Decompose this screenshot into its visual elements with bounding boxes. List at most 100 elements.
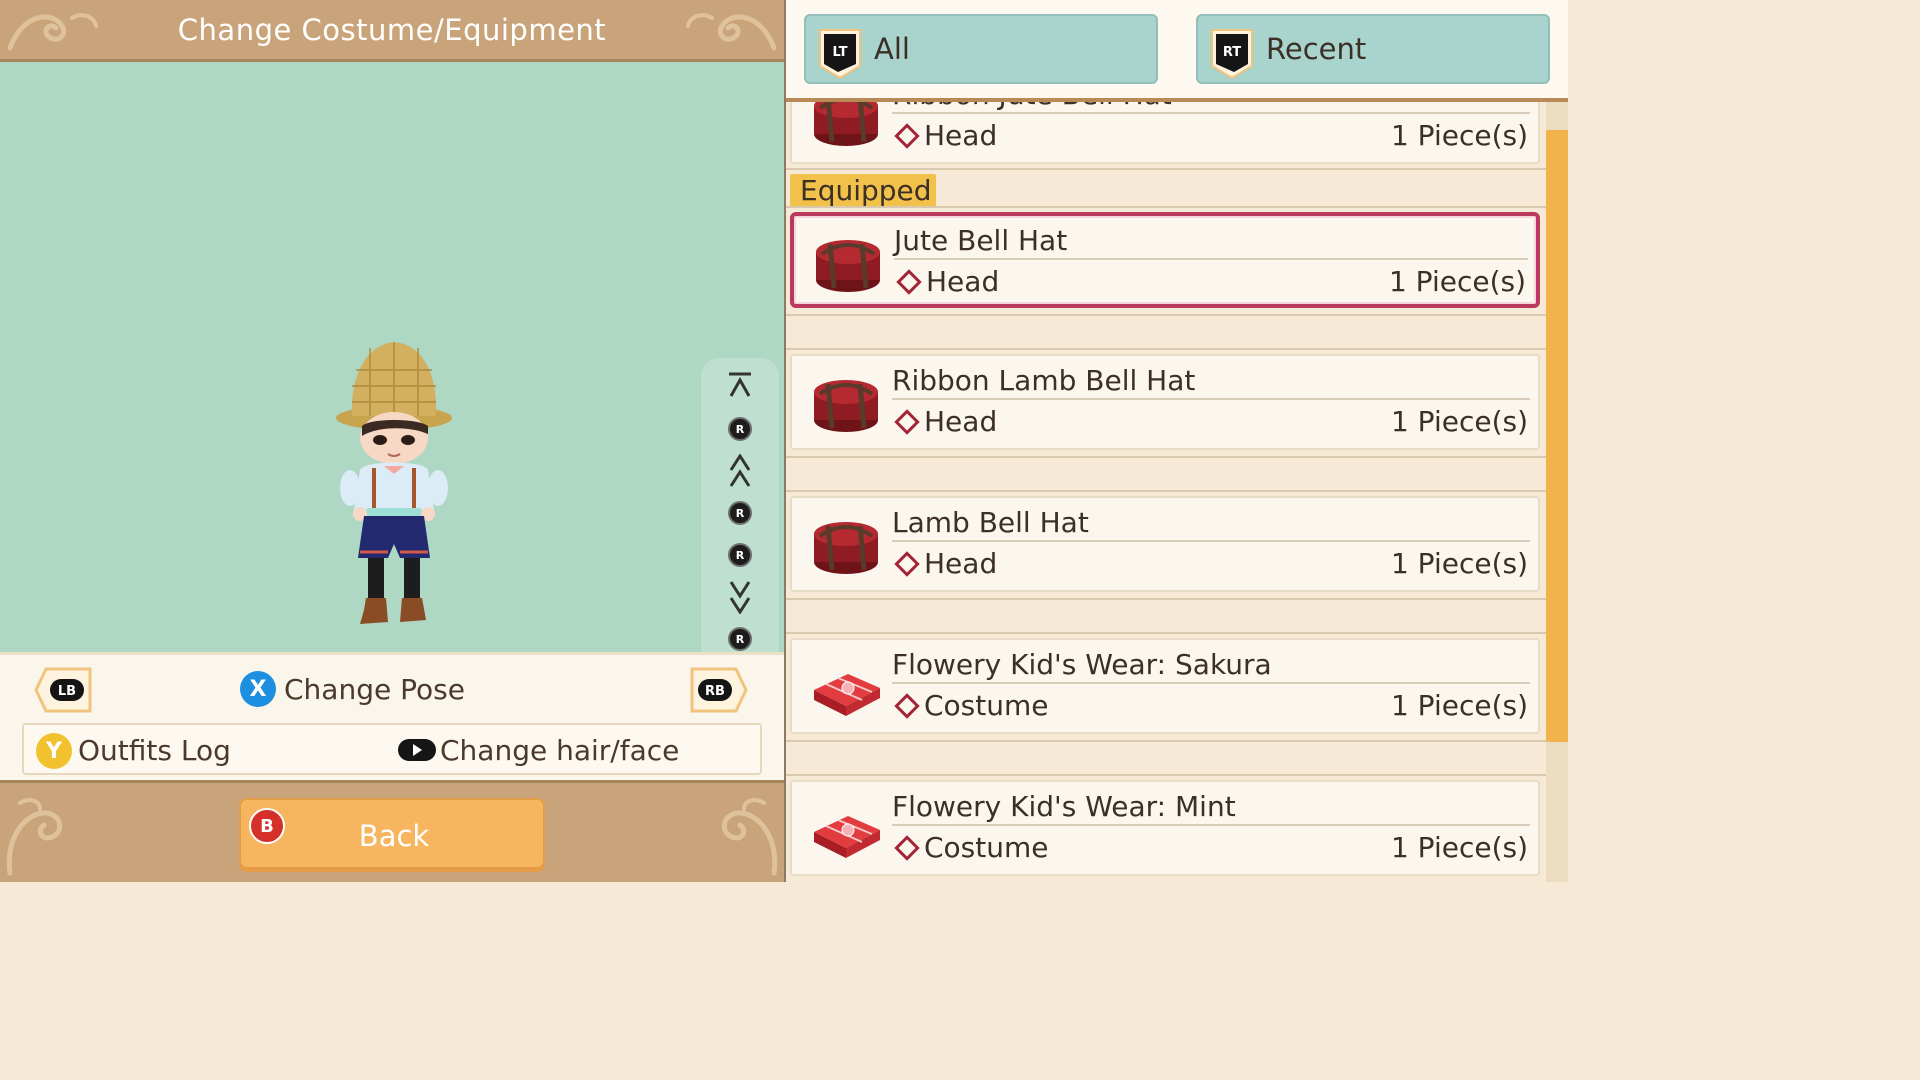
item-slot: Head	[892, 118, 997, 154]
divider	[786, 456, 1546, 458]
camera-zoom-in-button[interactable]	[723, 454, 757, 488]
item-slot-label: Head	[924, 405, 998, 438]
divider	[786, 740, 1546, 742]
equipped-badge: Equipped	[790, 174, 936, 208]
list-item[interactable]: Lamb Bell Hat Head 1 Piece(s)	[790, 496, 1540, 592]
svg-text:RT: RT	[1223, 45, 1241, 60]
item-name: Ribbon Lamb Bell Hat	[892, 364, 1196, 397]
right-stick-icon	[398, 739, 436, 761]
back-button[interactable]: Back B	[239, 798, 545, 872]
divider	[894, 258, 1528, 260]
tab-all[interactable]: LT All	[804, 14, 1158, 84]
item-quantity: 1 Piece(s)	[1390, 831, 1528, 864]
svg-text:LT: LT	[833, 45, 848, 60]
item-slot-label: Head	[924, 119, 998, 152]
hat-box-icon	[814, 102, 878, 146]
x-button-icon: X	[240, 671, 276, 707]
item-name: Flowery Kid's Wear: Sakura	[892, 648, 1272, 681]
footer-bar: Back B	[0, 780, 784, 882]
hat-box-icon	[816, 240, 880, 292]
tab-recent[interactable]: RT Recent	[1196, 14, 1550, 84]
divider	[786, 314, 1546, 316]
change-hair-face-button[interactable]: Change hair/face	[440, 733, 679, 769]
ornament-icon	[686, 13, 777, 51]
item-quantity: 1 Piece(s)	[1390, 547, 1528, 580]
svg-text:RB: RB	[705, 684, 725, 699]
outfits-row: Y Outfits Log Change hair/face	[22, 723, 762, 775]
camera-top-button[interactable]	[723, 368, 757, 402]
right-stick-down-icon: R	[728, 627, 752, 651]
list-item[interactable]: Flowery Kid's Wear: Sakura Costume 1 Pie…	[790, 638, 1540, 734]
controls-panel: LB X Change Pose RB Y Outfits Log Change…	[0, 652, 784, 780]
y-button-icon: Y	[36, 733, 72, 769]
camera-rotate-right-button[interactable]: R	[723, 538, 757, 572]
lt-button-icon: LT	[819, 29, 861, 80]
item-slot: Costume	[892, 830, 1049, 866]
rb-button[interactable]: RB	[690, 667, 748, 713]
character-preview[interactable]: R R R R	[0, 62, 784, 710]
inventory-panel: LT All RT Recent Head 1 Piece(s) Equippe…	[784, 0, 1568, 882]
item-slot-label: Costume	[924, 689, 1049, 722]
divider	[892, 682, 1530, 684]
item-list: Ribbon Jute Bell Hat Head 1 Piece(s) Equ…	[786, 102, 1546, 882]
tab-recent-label: Recent	[1266, 32, 1367, 66]
title-bar: Change Costume/Equipment	[0, 0, 784, 62]
item-quantity: 1 Piece(s)	[1388, 265, 1526, 298]
camera-rotate-left-button[interactable]: R	[723, 496, 757, 530]
right-stick-up-icon: R	[728, 417, 752, 441]
camera-rotate-up-button[interactable]: R	[723, 412, 757, 446]
list-item[interactable]: Ribbon Lamb Bell Hat Head 1 Piece(s)	[790, 354, 1540, 450]
b-button-icon: B	[249, 808, 285, 844]
divider	[786, 774, 1546, 776]
page-title: Change Costume/Equipment	[177, 13, 607, 47]
filter-tabs: LT All RT Recent	[786, 0, 1568, 102]
divider	[786, 206, 1546, 208]
divider	[892, 112, 1530, 114]
divider	[786, 348, 1546, 350]
item-slot: Head	[892, 546, 997, 582]
right-stick-right-icon: R	[728, 543, 752, 567]
list-item[interactable]: Ribbon Jute Bell Hat Head 1 Piece(s)	[790, 102, 1540, 164]
item-quantity: 1 Piece(s)	[1390, 119, 1528, 152]
camera-rotate-down-button[interactable]: R	[723, 622, 757, 656]
ornament-icon	[721, 798, 778, 876]
diamond-icon	[894, 551, 920, 577]
diamond-icon	[894, 835, 920, 861]
divider	[892, 398, 1530, 400]
camera-zoom-out-button[interactable]	[723, 580, 757, 614]
item-name: Jute Bell Hat	[894, 224, 1068, 257]
item-slot: Head	[892, 404, 997, 440]
diamond-icon	[894, 123, 920, 149]
list-item-selected[interactable]: Jute Bell Hat Head 1 Piece(s)	[790, 212, 1540, 308]
scrollbar-thumb[interactable]	[1546, 130, 1568, 742]
diamond-icon	[894, 409, 920, 435]
ornament-icon	[6, 798, 63, 876]
item-slot: Costume	[892, 688, 1049, 724]
item-name: Flowery Kid's Wear: Mint	[892, 790, 1236, 823]
change-pose-label: Change Pose	[284, 672, 465, 706]
divider	[892, 824, 1530, 826]
divider	[786, 490, 1546, 492]
hat-box-icon	[814, 522, 878, 574]
item-slot: Head	[894, 264, 999, 300]
costume-box-icon	[814, 674, 880, 716]
right-stick-left-icon: R	[728, 501, 752, 525]
diamond-icon	[896, 269, 922, 295]
item-slot-label: Costume	[924, 831, 1049, 864]
item-slot-label: Head	[924, 547, 998, 580]
lb-button[interactable]: LB	[34, 667, 92, 713]
item-quantity: 1 Piece(s)	[1390, 405, 1528, 438]
rt-button-icon: RT	[1211, 29, 1253, 80]
jump-top-icon	[729, 372, 751, 397]
character-model	[336, 342, 452, 624]
change-pose-control[interactable]: X Change Pose	[240, 669, 465, 709]
hat-box-icon	[814, 380, 878, 432]
divider	[892, 540, 1530, 542]
double-up-icon	[729, 454, 751, 487]
double-down-icon	[729, 581, 751, 614]
outfits-log-button[interactable]: Outfits Log	[78, 733, 231, 769]
list-item[interactable]: Flowery Kid's Wear: Mint Costume 1 Piece…	[790, 780, 1540, 876]
divider	[786, 168, 1546, 170]
svg-text:LB: LB	[58, 684, 76, 699]
item-slot-label: Head	[926, 265, 1000, 298]
